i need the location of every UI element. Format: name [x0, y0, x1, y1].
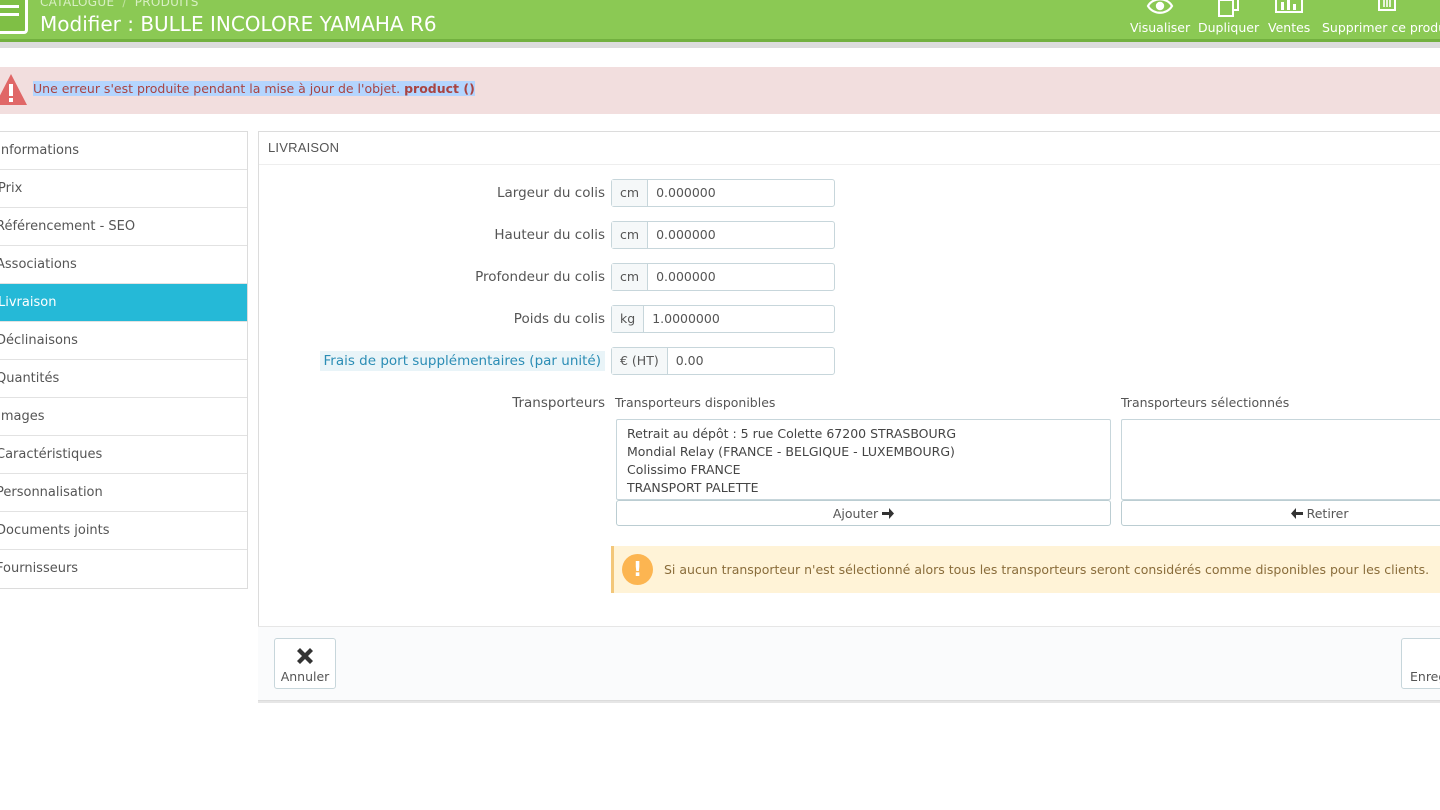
error-message: Une erreur s'est produite pendant la mis…: [33, 81, 475, 96]
duplicate-label: Dupliquer: [1198, 20, 1260, 35]
page-title: Modifier : BULLE INCOLORE YAMAHA R6: [40, 12, 437, 36]
sidebar-item-personnalisation[interactable]: Personnalisation: [0, 474, 247, 512]
depth-field[interactable]: cm 0.000000: [611, 263, 835, 291]
sidebar-item-images[interactable]: Images: [0, 398, 247, 436]
close-icon: [275, 645, 335, 669]
header-divider: [0, 42, 1440, 48]
sidebar-item-prix[interactable]: Prix: [0, 170, 247, 208]
additional-shipping-field[interactable]: € (HT) 0.00: [611, 347, 835, 375]
width-label: Largeur du colis: [496, 185, 605, 201]
carrier-option[interactable]: TRANSPORT PALETTE: [627, 479, 1100, 497]
weight-unit: kg: [612, 306, 645, 332]
carrier-option[interactable]: Colissimo FRANCE: [627, 461, 1100, 479]
additional-shipping-unit: € (HT): [612, 348, 668, 374]
height-unit: cm: [612, 222, 649, 248]
carrier-warning-alert: ! Si aucun transporteur n'est sélectionn…: [611, 546, 1440, 593]
delete-product-label: Supprimer ce produit: [1322, 20, 1440, 35]
catalog-logo-icon: [0, 0, 28, 34]
remove-carrier-label: Retirer: [1306, 506, 1349, 521]
width-input[interactable]: 0.000000: [648, 180, 834, 206]
page-header: CATALOGUE / PRODUITS Modifier : BULLE INCO…: [0, 0, 1440, 42]
arrow-left-icon: [1290, 506, 1303, 521]
view-label: Visualiser: [1130, 20, 1191, 35]
exclamation-icon: !: [622, 554, 653, 585]
copy-icon: [1198, 0, 1259, 18]
cancel-label: Annuler: [280, 669, 330, 684]
warning-triangle-icon: [0, 72, 28, 112]
available-carriers-title: Transporteurs disponibles: [615, 395, 776, 410]
carriers-label: Transporteurs: [512, 395, 605, 411]
sidebar-item-declinaisons[interactable]: Déclinaisons: [0, 322, 247, 360]
error-object: product (): [404, 81, 475, 96]
eye-icon: [1130, 0, 1190, 18]
breadcrumb-catalogue[interactable]: CATALOGUE: [40, 0, 114, 9]
add-carrier-label: Ajouter: [832, 506, 879, 521]
sidebar-item-associations[interactable]: Associations: [0, 246, 247, 284]
width-field[interactable]: cm 0.000000: [611, 179, 835, 207]
view-button[interactable]: Visualiser: [1130, 0, 1190, 35]
available-carriers-list[interactable]: Retrait au dépôt : 5 rue Colette 67200 S…: [616, 419, 1111, 500]
remove-carrier-button[interactable]: Retirer: [1121, 500, 1440, 526]
arrow-right-icon: [882, 506, 895, 521]
bar-chart-icon: [1268, 0, 1310, 18]
sidebar-item-informations[interactable]: Informations: [0, 132, 247, 170]
weight-label: Poids du colis: [513, 311, 605, 327]
trash-icon: [1322, 0, 1440, 18]
sidebar-item-fournisseurs[interactable]: Fournisseurs: [0, 550, 247, 588]
panel-heading-divider: [259, 164, 1440, 165]
sidebar-item-livraison[interactable]: Livraison: [0, 284, 247, 322]
width-unit: cm: [612, 180, 649, 206]
sidebar-item-documents[interactable]: Documents joints: [0, 512, 247, 550]
sidebar-item-quantites[interactable]: Quantités: [0, 360, 247, 398]
additional-shipping-input[interactable]: 0.00: [668, 348, 834, 374]
breadcrumb-produits[interactable]: PRODUITS: [135, 0, 199, 9]
duplicate-button[interactable]: Dupliquer: [1198, 0, 1259, 35]
weight-input[interactable]: 1.0000000: [644, 306, 834, 332]
depth-label: Profondeur du colis: [475, 269, 605, 285]
height-label: Hauteur du colis: [494, 227, 605, 243]
carrier-option[interactable]: Retrait au dépôt : 5 rue Colette 67200 S…: [627, 425, 1100, 443]
add-carrier-button[interactable]: Ajouter: [616, 500, 1111, 526]
sidebar-item-seo[interactable]: Référencement - SEO: [0, 208, 247, 246]
carrier-option[interactable]: Mondial Relay (FRANCE - BELGIQUE - LUXEM…: [627, 443, 1100, 461]
error-message-text: Une erreur s'est produite pendant la mis…: [33, 81, 401, 96]
height-field[interactable]: cm 0.000000: [611, 221, 835, 249]
weight-field[interactable]: kg 1.0000000: [611, 305, 835, 333]
shipping-panel: LIVRAISON: [258, 131, 1440, 701]
sales-button[interactable]: Ventes: [1268, 0, 1310, 35]
depth-unit: cm: [612, 264, 649, 290]
product-tabs-sidebar: Informations Prix Référencement - SEO As…: [0, 131, 248, 589]
save-label: Enreg: [1410, 669, 1440, 684]
error-alert: Une erreur s'est produite pendant la mis…: [0, 67, 1440, 114]
carrier-warning-text: Si aucun transporteur n'est sélectionné …: [664, 562, 1430, 577]
sales-label: Ventes: [1268, 20, 1311, 35]
panel-footer: Annuler Enreg: [258, 626, 1440, 700]
panel-heading: LIVRAISON: [268, 140, 340, 155]
delete-product-button[interactable]: Supprimer ce produit: [1322, 0, 1440, 35]
depth-input[interactable]: 0.000000: [648, 264, 834, 290]
breadcrumb: CATALOGUE / PRODUITS: [40, 0, 199, 9]
height-input[interactable]: 0.000000: [648, 222, 834, 248]
selected-carriers-list[interactable]: [1121, 419, 1440, 500]
cancel-button[interactable]: Annuler: [274, 638, 336, 689]
additional-shipping-label[interactable]: Frais de port supplémentaires (par unité…: [319, 351, 605, 371]
sidebar-item-caracteristiques[interactable]: Caractéristiques: [0, 436, 247, 474]
selected-carriers-title: Transporteurs sélectionnés: [1121, 395, 1290, 410]
save-button[interactable]: Enreg: [1401, 638, 1440, 689]
